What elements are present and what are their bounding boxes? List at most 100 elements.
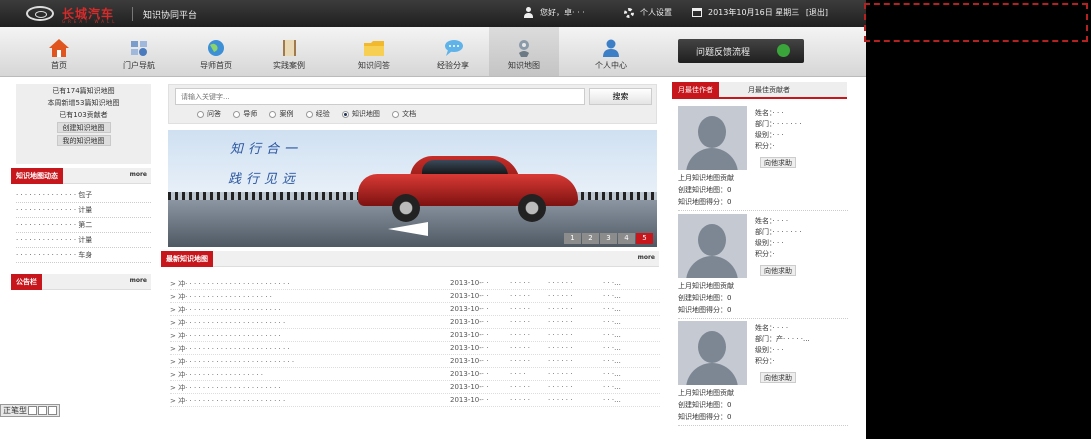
row-date: 2013-10-· · (450, 305, 489, 313)
level-value: · · · (772, 131, 784, 139)
list-item[interactable]: · · · · · · · · · · · · · · 车身 (16, 248, 151, 263)
nav-item-personal[interactable]: 个人中心 (576, 27, 646, 76)
table-row[interactable]: > 冲· · · · · · · · · · · · · · · · · · ·… (170, 381, 660, 394)
tab-best-contributor[interactable]: 月最佳贡献者 (742, 82, 796, 99)
input-method-bar[interactable]: 正笔型 (0, 404, 60, 417)
main-nav: 首页 门户导航 导师首页 实践案例 知识问答 经验分享 知识地图 个人中心 问题… (0, 27, 866, 77)
nav-item-mentor[interactable]: 导师首页 (181, 27, 251, 76)
logout-link[interactable]: [退出] (806, 8, 828, 17)
brand-logo[interactable]: 长城汽车 GREAT WALL (26, 5, 126, 24)
dept-value: 产· · · · ·... (776, 335, 810, 343)
row-dept: · · ·... (603, 331, 621, 339)
divider (132, 7, 133, 21)
list-item[interactable]: · · · · · · · · · · · · · · 计量 (16, 233, 151, 248)
level-label: 级别： (755, 131, 773, 139)
table-row[interactable]: > 冲· · · · · · · · · · · · · · · · · · ·… (170, 303, 660, 316)
feedback-process-button[interactable]: 问题反馈流程 (678, 39, 804, 63)
contributor-info: 姓名：· · · · 部门：产· · · · ·... 级别：· · · 积分：· (755, 323, 810, 367)
nav-item-portal[interactable]: 门户导航 (104, 27, 174, 76)
more-link[interactable]: more (130, 277, 147, 284)
search-input[interactable] (175, 88, 585, 105)
ime-moon-icon[interactable] (28, 406, 37, 415)
list-item[interactable]: · · · · · · · · · · · · · · 计量 (16, 203, 151, 218)
table-row[interactable]: > 冲· · · · · · · · · · · · · · · · · · ·… (170, 355, 660, 368)
stat-weekly: 本周新增53篇知识地图 (47, 99, 120, 107)
table-row[interactable]: > 冲· · · · · · · · · · · · · · · · · · 20… (170, 368, 660, 381)
row-author: · · · · · · (548, 318, 573, 326)
contributor-stats: 上月知识地图贡献 创建知识地图：0 知识地图得分：0 (678, 387, 734, 423)
row-author: · · · · · · (548, 370, 573, 378)
more-link[interactable]: more (130, 171, 147, 178)
radio-case[interactable]: 案例 (269, 109, 293, 119)
ime-keyboard-icon[interactable] (48, 406, 57, 415)
radio-icon (269, 110, 277, 118)
slide-2-button[interactable]: 2 (582, 233, 599, 244)
nav-label: 门户导航 (123, 61, 155, 70)
slide-3-button[interactable]: 3 (600, 233, 617, 244)
avatar[interactable] (678, 106, 747, 170)
search-button[interactable]: 搜索 (589, 88, 652, 105)
settings-link[interactable]: 个人设置 (624, 7, 672, 18)
more-link[interactable]: more (638, 254, 655, 261)
created-value: 0 (727, 294, 732, 302)
nav-item-home[interactable]: 首页 (24, 27, 94, 76)
table-row[interactable]: > 冲· · · · · · · · · · · · · · · · · · ·… (170, 329, 660, 342)
row-category: · · · · (510, 370, 526, 378)
row-dept: · · ·... (603, 396, 621, 404)
radio-experience[interactable]: 经验 (305, 109, 330, 119)
avatar[interactable] (678, 321, 747, 385)
row-category: · · · · · (510, 292, 531, 300)
nav-item-qa[interactable]: 知识问答 (339, 27, 409, 76)
row-title: > 冲· · · · · · · · · · · · · · · · · · (170, 371, 263, 379)
app-window: 长城汽车 GREAT WALL 知识协同平台 您好，卓· · · 个人设置 20… (0, 0, 866, 439)
row-author: · · · · · · (548, 396, 573, 404)
table-row[interactable]: > 冲· · · · · · · · · · · · · · · · · · ·… (170, 342, 660, 355)
ask-for-help-button[interactable]: 向他求助 (760, 372, 796, 383)
radio-label: 文档 (402, 110, 417, 118)
radio-icon (392, 110, 400, 118)
table-row[interactable]: > 冲· · · · · · · · · · · · · · · · · · ·… (170, 277, 660, 290)
ask-for-help-button[interactable]: 向他求助 (760, 157, 796, 168)
slide-4-button[interactable]: 4 (618, 233, 635, 244)
row-category: · · · · · (510, 305, 531, 313)
tab-best-author[interactable]: 月最佳作者 (672, 82, 719, 99)
banner-slogan-2: 践行见远 (228, 172, 301, 187)
nav-label: 个人中心 (595, 61, 627, 70)
panel-title: 知识地图动态 (11, 168, 63, 184)
gear-icon (624, 7, 634, 18)
banner-carousel[interactable]: 知行合一 践行见远 12345 (168, 130, 657, 247)
table-row[interactable]: > 冲· · · · · · · · · · · · · · · · · · ·… (170, 290, 660, 303)
create-map-button[interactable]: 创建知识地图 (56, 122, 111, 133)
feedback-label: 问题反馈流程 (696, 48, 751, 58)
radio-knowledge-map[interactable]: 知识地图 (341, 109, 380, 119)
slide-1-button[interactable]: 1 (564, 233, 581, 244)
brand-tagline: GREAT WALL (62, 19, 118, 24)
avatar[interactable] (678, 214, 747, 278)
ime-punct-icon[interactable] (38, 406, 47, 415)
radio-document[interactable]: 文档 (392, 109, 416, 119)
table-row[interactable]: > 冲· · · · · · · · · · · · · · · · · · ·… (170, 394, 660, 407)
radio-mentor[interactable]: 导师 (233, 109, 257, 119)
nav-label: 首页 (51, 61, 67, 70)
nav-item-share[interactable]: 经验分享 (418, 27, 488, 76)
nav-item-knowledge-map[interactable]: 知识地图 (489, 27, 559, 76)
table-row[interactable]: > 冲· · · · · · · · · · · · · · · · · · ·… (170, 316, 660, 329)
list-item[interactable]: · · · · · · · · · · · · · · 包子 (16, 188, 151, 203)
list-item[interactable]: · · · · · · · · · · · · · · 第二 (16, 218, 151, 233)
ask-for-help-button[interactable]: 向他求助 (760, 265, 796, 276)
person-icon (603, 39, 619, 57)
ime-label: 正笔型 (3, 406, 27, 415)
my-maps-button[interactable]: 我的知识地图 (56, 135, 111, 146)
radio-icon (197, 110, 204, 118)
score-label: 知识地图得分： (678, 306, 727, 314)
radio-qa[interactable]: 问答 (197, 109, 221, 119)
slide-indicators: 12345 (563, 233, 653, 244)
nav-item-cases[interactable]: 实践案例 (254, 27, 324, 76)
score-value: 0 (727, 306, 732, 314)
panel-title: 公告栏 (11, 274, 42, 290)
row-category: · · · · · (510, 383, 531, 391)
slide-5-button[interactable]: 5 (636, 233, 653, 244)
contributor-stats: 上月知识地图贡献 创建知识地图：0 知识地图得分：0 (678, 280, 734, 316)
name-label: 姓名： (755, 217, 773, 225)
row-title: > 冲· · · · · · · · · · · · · · · · · · ·… (170, 358, 295, 366)
